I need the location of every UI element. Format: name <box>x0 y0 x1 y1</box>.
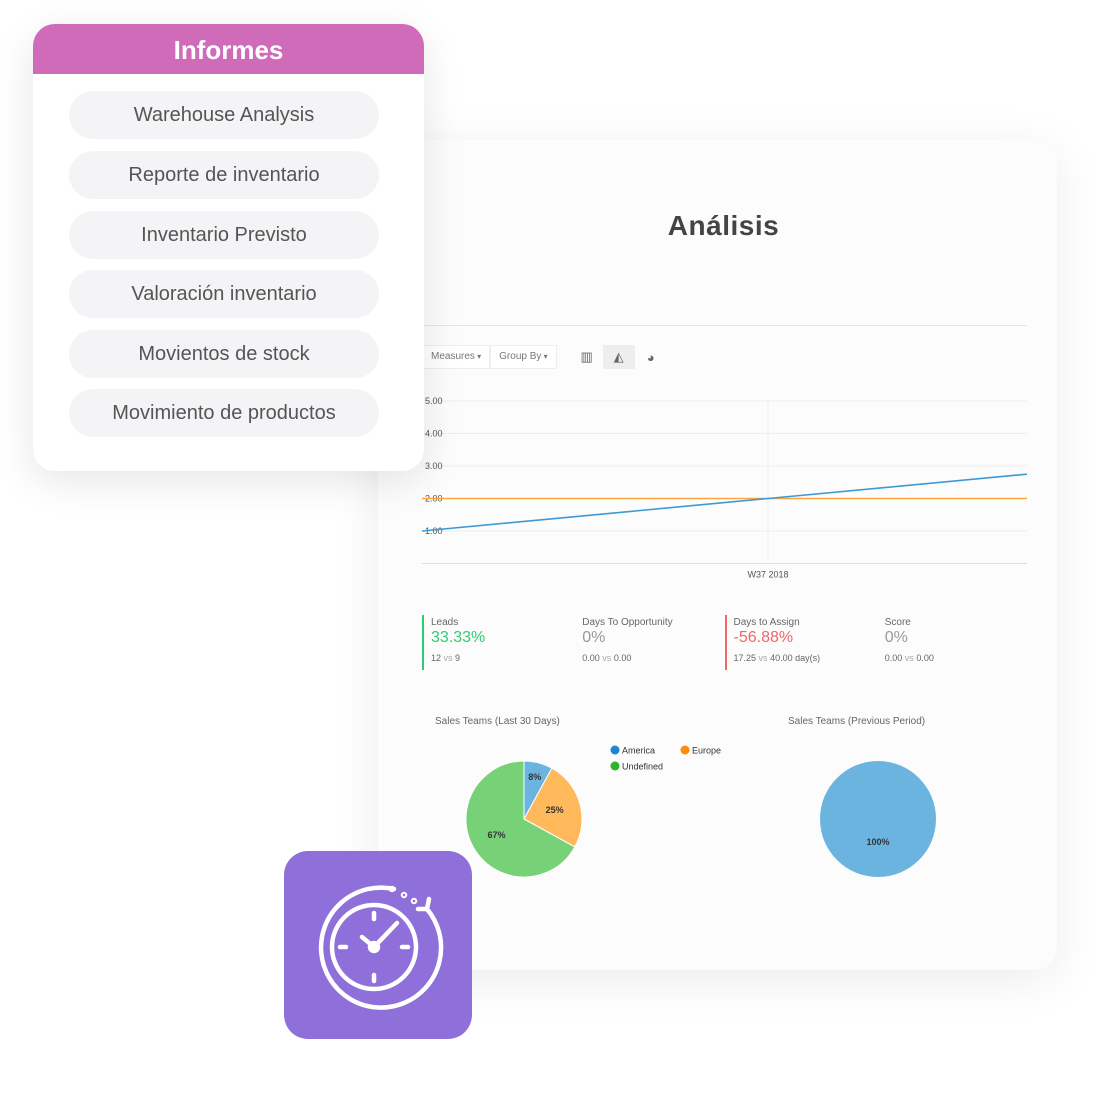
kpi-compare: 12 vs 9 <box>431 653 461 663</box>
kpi-row: Leads 33.33% 12 vs 9 Days To Opportunity 0%… <box>422 615 1027 670</box>
kpi-label: Score <box>884 617 911 628</box>
y-tick-label: 3.00 <box>425 461 443 471</box>
menu-item-inventario-previsto[interactable]: Inventario Previsto <box>69 211 379 259</box>
kpi-value: 33.33% <box>431 629 486 646</box>
menu-item-reporte-inventario[interactable]: Reporte de inventario <box>69 151 379 199</box>
kpi-compare: 0.00 vs 0.00 <box>582 653 632 663</box>
legend-label: Europe <box>692 746 721 756</box>
reports-menu: Informes Warehouse Analysis Reporte de i… <box>33 24 424 471</box>
reports-menu-title: Informes <box>33 24 424 74</box>
pie-label: 25% <box>546 805 564 815</box>
pie-label: 8% <box>528 772 541 782</box>
kpi-days-to-opportunity[interactable]: Days To Opportunity 0% 0.00 vs 0.00 <box>573 615 724 670</box>
legend-label: Undefined <box>622 762 663 772</box>
kpi-value: -56.88% <box>733 629 794 646</box>
analysis-card: Análisis Measures Group By ▥ ◭ ◕ 1.002.0… <box>378 140 1057 970</box>
legend-label: America <box>622 746 655 756</box>
pie-last-30-title: Sales Teams (Last 30 Days) <box>435 716 560 727</box>
kpi-compare: 0.00 vs 0.00 <box>884 653 934 663</box>
pie-label: 67% <box>488 830 506 840</box>
legend-marker <box>680 745 690 755</box>
kpi-label: Days To Opportunity <box>582 617 673 628</box>
pie-label: 100% <box>866 837 889 847</box>
y-tick-label: 4.00 <box>425 429 443 439</box>
stopwatch-badge <box>284 851 472 1039</box>
stopwatch-refresh-icon <box>318 885 444 1010</box>
legend-marker <box>610 745 620 755</box>
kpi-score[interactable]: Score 0% 0.00 vs 0.00 <box>876 615 1027 670</box>
kpi-label: Days to Assign <box>733 617 800 628</box>
y-tick-label: 5.00 <box>425 396 443 406</box>
kpi-compare: 17.25 vs 40.00 day(s) <box>733 653 821 663</box>
menu-item-warehouse-analysis[interactable]: Warehouse Analysis <box>69 91 379 139</box>
kpi-days-to-assign[interactable]: Days to Assign -56.88% 17.25 vs 40.00 day(… <box>724 615 876 670</box>
chart-canvas: 1.002.003.004.005.00W37 2018Sales Teams … <box>422 396 1027 878</box>
menu-item-valoracion-inventario[interactable]: Valoración inventario <box>69 270 379 318</box>
kpi-label: Leads <box>431 617 459 628</box>
menu-item-movientos-stock[interactable]: Movientos de stock <box>69 330 379 378</box>
pie-slice <box>820 761 936 877</box>
kpi-value: 0% <box>582 629 606 646</box>
kpi-leads[interactable]: Leads 33.33% 12 vs 9 <box>422 615 573 670</box>
x-tick-label: W37 2018 <box>747 570 788 580</box>
pie-previous-title: Sales Teams (Previous Period) <box>788 716 925 727</box>
menu-item-movimiento-productos[interactable]: Movimiento de productos <box>69 389 379 437</box>
kpi-value: 0% <box>884 629 908 646</box>
legend-marker <box>610 761 620 771</box>
